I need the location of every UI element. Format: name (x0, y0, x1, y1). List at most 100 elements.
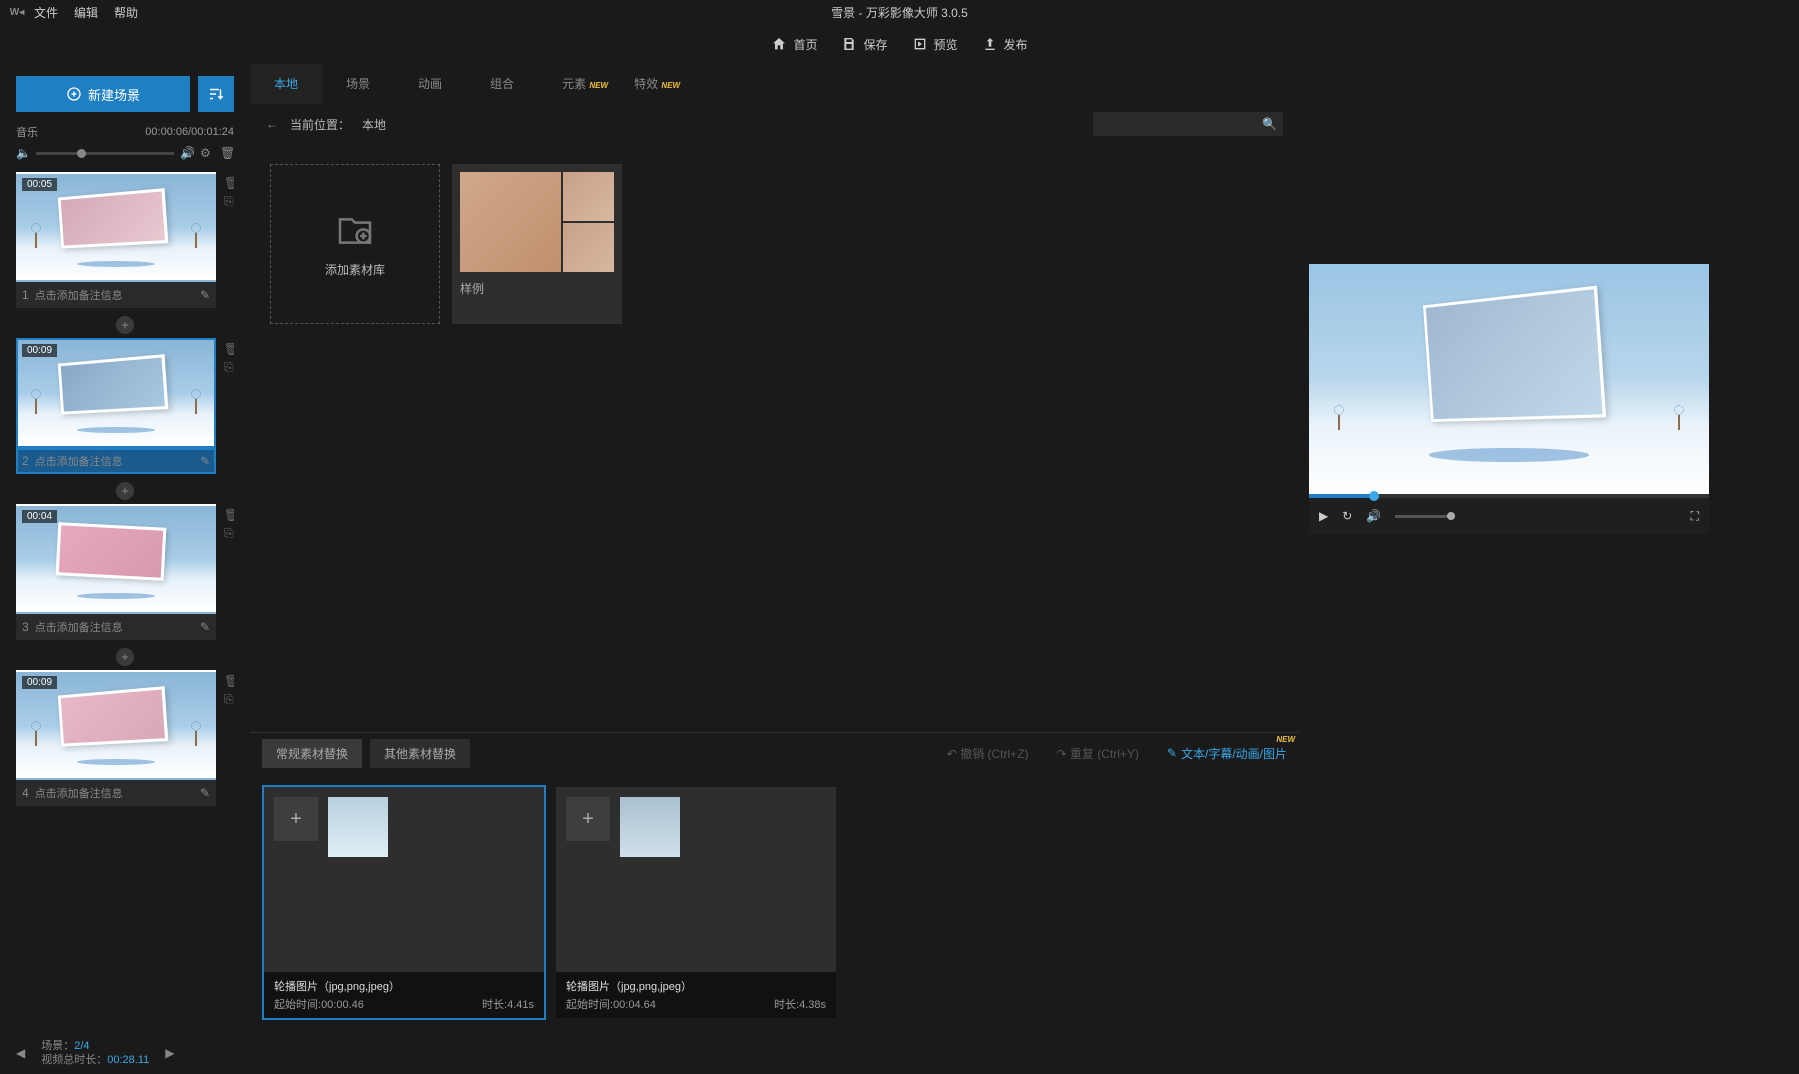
music-time: 00:00:06/00:01:24 (145, 126, 234, 138)
edit-caption-icon[interactable]: ✎ (200, 288, 210, 302)
redo-button[interactable]: ↷ 重复 (Ctrl+Y) (1057, 745, 1139, 762)
add-scene-between-button[interactable]: + (116, 648, 134, 666)
library-grid: 添加素材库 样例 (250, 144, 1299, 732)
settings-icon[interactable]: ⚙ (200, 146, 214, 160)
add-image-button[interactable]: + (274, 797, 318, 841)
scene-number: 1 (22, 288, 29, 302)
scene-number: 3 (22, 620, 29, 634)
undo-button[interactable]: ↶ 撤销 (Ctrl+Z) (947, 745, 1029, 762)
replace-item[interactable]: + 轮播图片（jpg,png,jpeg） 起始时间:00:04.64 时长:4.… (556, 787, 836, 1018)
preview-canvas[interactable] (1309, 264, 1709, 494)
save-button[interactable]: 保存 (841, 36, 887, 53)
scene-list: 00:05 🗑 ⎘ 1 点击添加备注信息 ✎ + (16, 172, 234, 1032)
scene-copy-icon[interactable]: ⎘ (224, 526, 234, 540)
sort-button[interactable] (198, 76, 234, 112)
edit-caption-icon[interactable]: ✎ (200, 620, 210, 634)
search-box[interactable]: 🔍 (1093, 112, 1283, 136)
publish-button[interactable]: 发布 (982, 36, 1028, 53)
scene-delete-icon[interactable]: 🗑 (224, 342, 234, 356)
play-button[interactable]: ▶ (1319, 509, 1328, 523)
preview-volume-slider[interactable] (1395, 515, 1455, 518)
edit-caption-icon[interactable]: ✎ (200, 454, 210, 468)
scene-item[interactable]: 00:04 🗑 ⎘ 3 点击添加备注信息 ✎ (16, 504, 234, 640)
menu-help[interactable]: 帮助 (114, 4, 138, 21)
loop-button[interactable]: ↻ (1342, 509, 1352, 523)
menu-edit[interactable]: 编辑 (74, 4, 98, 21)
scene-item[interactable]: 00:05 🗑 ⎘ 1 点击添加备注信息 ✎ (16, 172, 234, 308)
add-scene-between-button[interactable]: + (116, 482, 134, 500)
edit-text-link[interactable]: ✎ 文本/字幕/动画/图片NEW (1167, 745, 1287, 762)
scene-caption-text: 点击添加备注信息 (35, 287, 200, 303)
tab-normal-replace[interactable]: 常规素材替换 (262, 739, 362, 768)
titlebar: W◂ 文件 编辑 帮助 雪景 - 万彩影像大师 3.0.5 升级账户 登录 ─ … (0, 0, 1799, 24)
scene-number: 2 (22, 454, 29, 468)
scene-caption-text: 点击添加备注信息 (35, 453, 200, 469)
volume-down-icon[interactable]: 🔈 (16, 146, 30, 160)
breadcrumb-bar: ← 当前位置： 本地 🔍 (250, 104, 1299, 144)
next-scene-button[interactable]: ▶ (165, 1046, 174, 1060)
scene-duration: 00:05 (22, 178, 57, 191)
prev-scene-button[interactable]: ◀ (16, 1046, 25, 1060)
plus-circle-icon (66, 86, 82, 102)
new-badge: NEW (661, 66, 680, 106)
fullscreen-button[interactable]: ⛶ (1691, 509, 1699, 524)
replace-item-title: 轮播图片（jpg,png,jpeg） (566, 978, 826, 994)
replace-item-title: 轮播图片（jpg,png,jpeg） (274, 978, 534, 994)
breadcrumb-label: 当前位置： (290, 116, 350, 133)
sort-icon (207, 85, 225, 103)
folder-label: 样例 (460, 280, 614, 297)
menu-file[interactable]: 文件 (34, 4, 58, 21)
replace-item[interactable]: + 轮播图片（jpg,png,jpeg） 起始时间:00:00.46 时长:4.… (264, 787, 544, 1018)
tab-combo[interactable]: 组合 (466, 64, 538, 104)
tab-local[interactable]: 本地 (250, 64, 322, 104)
folder-plus-icon (335, 211, 375, 251)
scene-copy-icon[interactable]: ⎘ (224, 360, 234, 374)
preview-player: ▶ ↻ 🔊 ⛶ (1309, 264, 1709, 534)
new-scene-button[interactable]: 新建场景 (16, 76, 190, 112)
tab-other-replace[interactable]: 其他素材替换 (370, 739, 470, 768)
total-duration-label: 视频总时长： (41, 1054, 107, 1066)
total-duration-value: 00:28.11 (107, 1054, 149, 1066)
center-panel: 本地 场景 动画 组合 元素NEW 特效NEW ← 当前位置： 本地 🔍 添加素… (250, 64, 1299, 1032)
search-icon[interactable]: 🔍 (1262, 117, 1277, 131)
music-label: 音乐 (16, 124, 38, 140)
add-library-button[interactable]: 添加素材库 (270, 164, 440, 324)
scene-copy-icon[interactable]: ⎘ (224, 692, 234, 706)
add-library-label: 添加素材库 (325, 261, 385, 278)
volume-slider[interactable] (36, 152, 174, 155)
search-input[interactable] (1099, 118, 1262, 130)
volume-icon[interactable]: 🔊 (1366, 509, 1381, 523)
scene-delete-icon[interactable]: 🗑 (224, 674, 234, 688)
delete-icon[interactable]: 🗑 (220, 146, 234, 160)
scene-copy-icon[interactable]: ⎘ (224, 194, 234, 208)
tab-element[interactable]: 元素NEW (538, 64, 610, 104)
preview-button[interactable]: 预览 (912, 36, 958, 53)
seek-bar[interactable] (1309, 494, 1709, 498)
volume-up-icon[interactable]: 🔊 (180, 146, 194, 160)
add-image-button[interactable]: + (566, 797, 610, 841)
preview-panel: ▶ ↻ 🔊 ⛶ (1299, 64, 1799, 1032)
scene-caption-text: 点击添加备注信息 (35, 785, 200, 801)
back-button[interactable]: ← (266, 117, 278, 131)
scene-item[interactable]: 00:09 🗑 ⎘ 4 点击添加备注信息 ✎ (16, 670, 234, 806)
tab-scene[interactable]: 场景 (322, 64, 394, 104)
scene-count-label: 场景： (41, 1040, 74, 1052)
save-icon (841, 36, 857, 52)
edit-caption-icon[interactable]: ✎ (200, 786, 210, 800)
scene-item[interactable]: 00:09 🗑 ⎘ 2 点击添加备注信息 ✎ (16, 338, 234, 474)
scene-panel: 新建场景 音乐 00:00:06/00:01:24 🔈 🔊 ⚙ 🗑 00:05 (0, 64, 250, 1032)
scene-duration: 00:09 (22, 676, 57, 689)
home-button[interactable]: 首页 (771, 36, 817, 53)
new-badge: NEW (589, 66, 608, 106)
add-scene-between-button[interactable]: + (116, 316, 134, 334)
tab-animation[interactable]: 动画 (394, 64, 466, 104)
library-folder-sample[interactable]: 样例 (452, 164, 622, 324)
scene-delete-icon[interactable]: 🗑 (224, 176, 234, 190)
scene-duration: 00:09 (22, 344, 57, 357)
scene-duration: 00:04 (22, 510, 57, 523)
replace-thumbnail (620, 797, 680, 857)
scene-delete-icon[interactable]: 🗑 (224, 508, 234, 522)
preview-icon (912, 36, 928, 52)
tab-effect[interactable]: 特效NEW (610, 64, 682, 104)
breadcrumb-path: 本地 (362, 116, 386, 133)
